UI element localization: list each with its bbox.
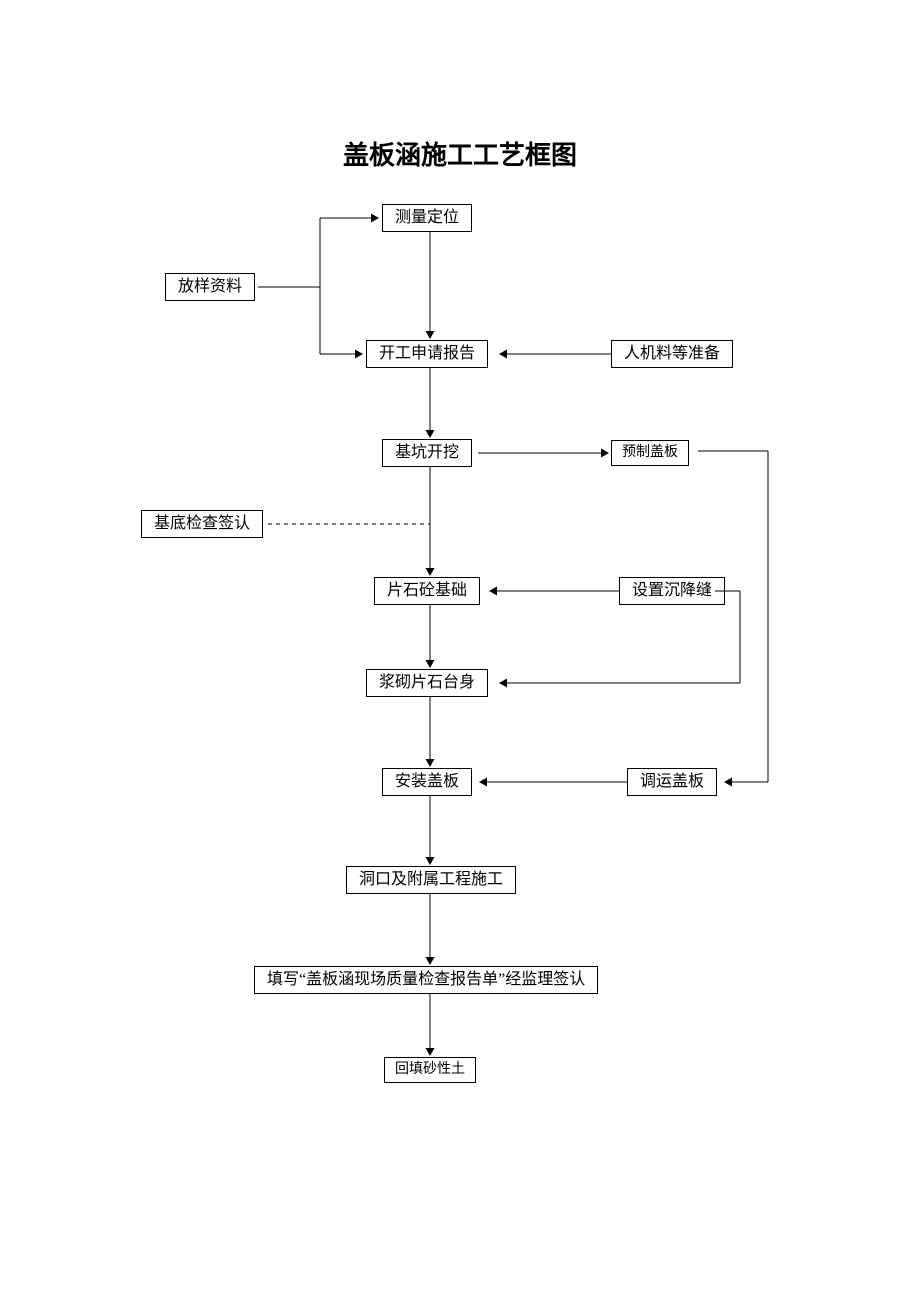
node-rubble-found: 片石砼基础 bbox=[374, 577, 480, 605]
node-install-slab: 安装盖板 bbox=[382, 768, 472, 796]
node-pit-excav: 基坑开挖 bbox=[382, 439, 472, 467]
node-base-check: 基底检查签认 bbox=[141, 510, 263, 538]
node-backfill: 回填砂性土 bbox=[384, 1057, 476, 1083]
node-portal-aux: 洞口及附属工程施工 bbox=[346, 866, 516, 894]
node-masonry-body: 浆砌片石台身 bbox=[366, 669, 488, 697]
flow-edges bbox=[0, 0, 920, 1302]
page: 盖板涵施工工艺框图 测量定位 放样资料 开工申请报告 人机料等准备 基坑开挖 预… bbox=[0, 0, 920, 1302]
node-start-report: 开工申请报告 bbox=[366, 340, 488, 368]
node-prefab-slab: 预制盖板 bbox=[611, 440, 689, 466]
node-qc-form: 填写“盖板涵现场质量检查报告单”经监理签认 bbox=[254, 966, 598, 994]
page-title: 盖板涵施工工艺框图 bbox=[0, 135, 920, 172]
node-settle-joint: 设置沉降缝 bbox=[619, 577, 725, 605]
node-resources: 人机料等准备 bbox=[611, 340, 733, 368]
node-survey: 测量定位 bbox=[382, 204, 472, 232]
node-setout: 放样资料 bbox=[165, 273, 255, 301]
node-trans-slab: 调运盖板 bbox=[627, 768, 717, 796]
